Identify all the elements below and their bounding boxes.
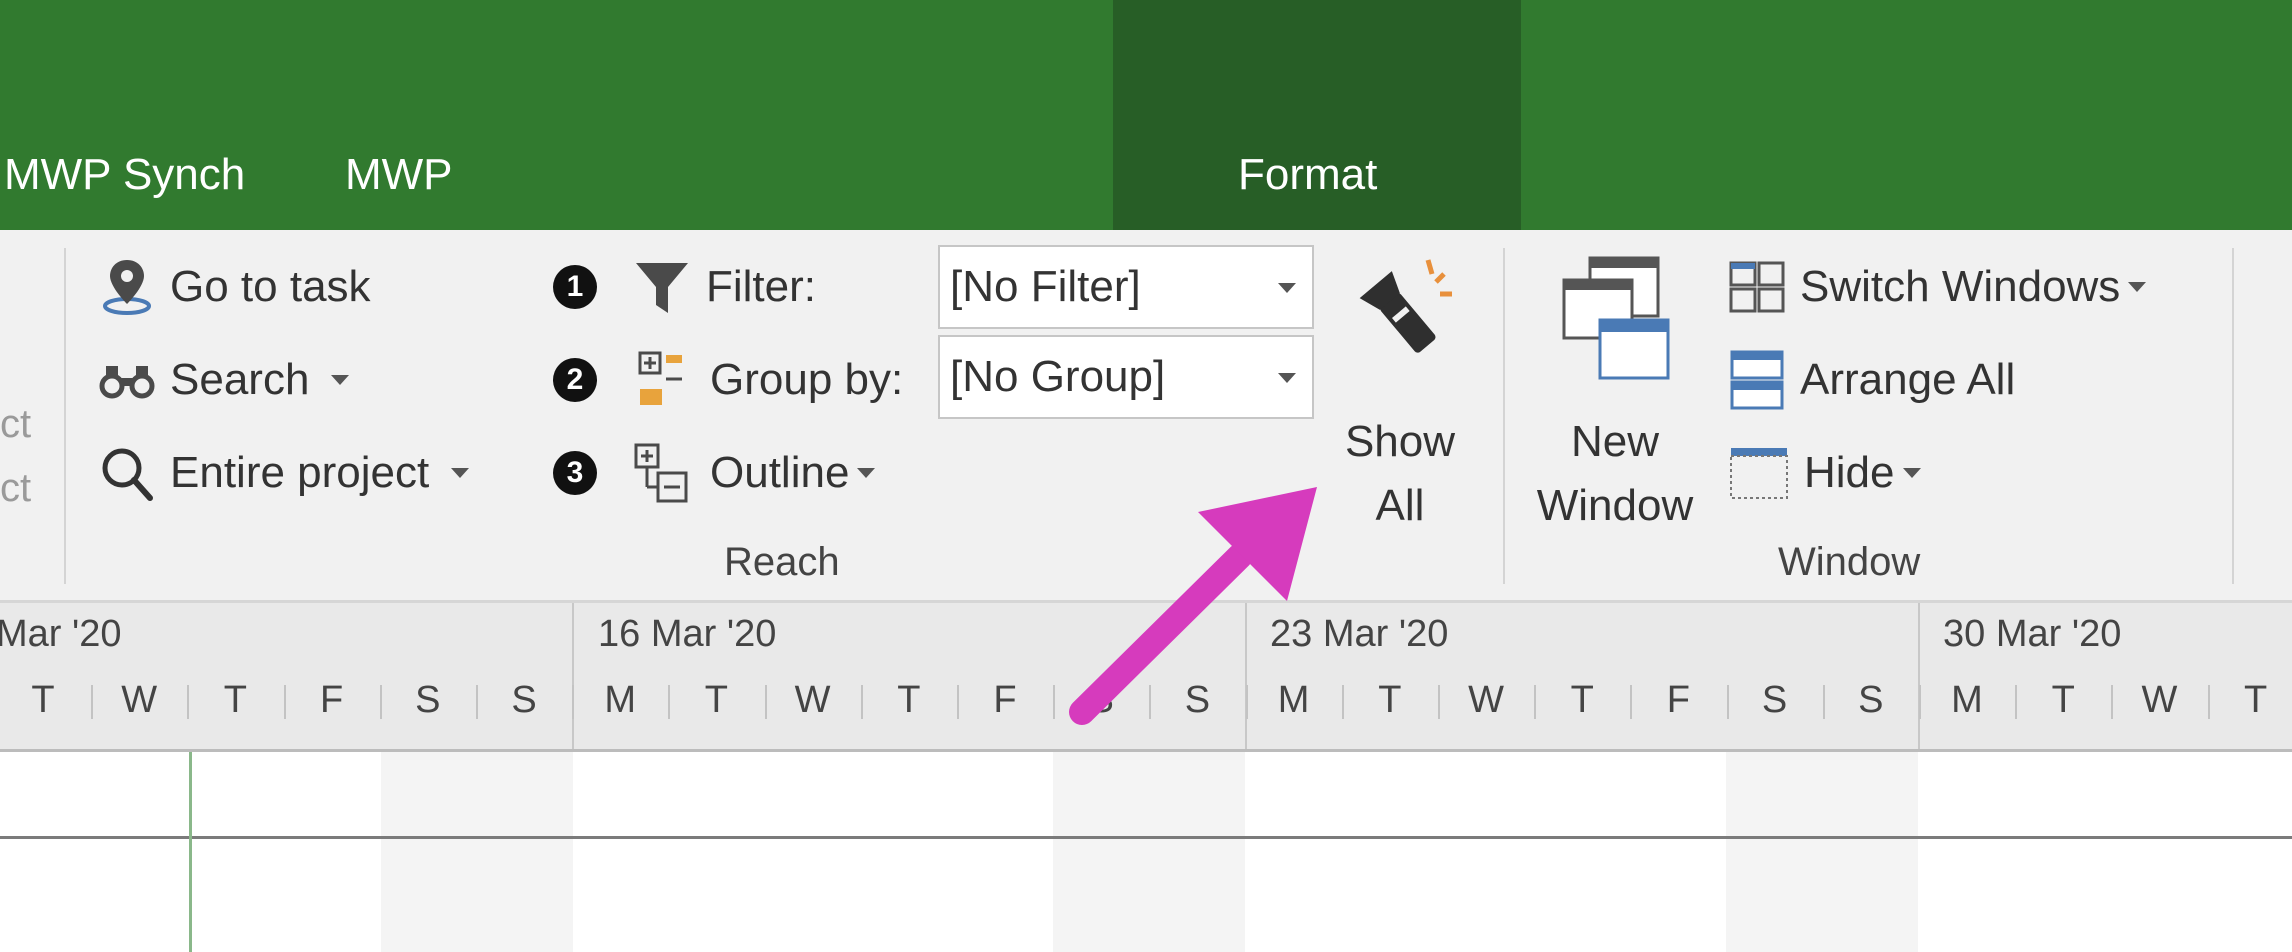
annotation-arrow	[1069, 487, 1317, 725]
